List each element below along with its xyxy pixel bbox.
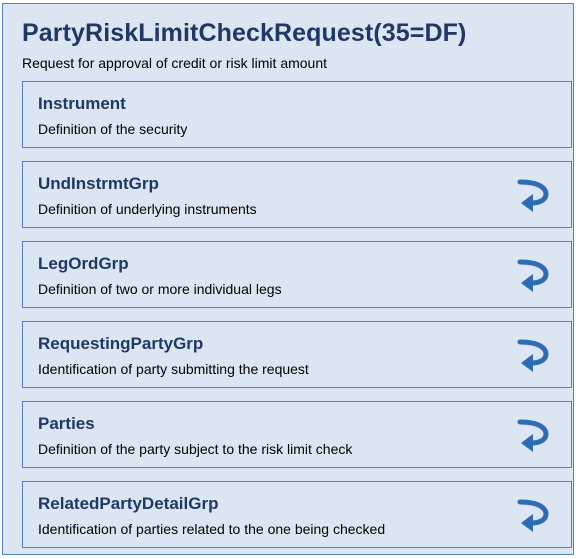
component-box-parties: Parties Definition of the party subject … [22, 401, 572, 468]
component-box-relatedpartydetailgrp: RelatedPartyDetailGrp Identification of … [22, 481, 572, 548]
component-name: UndInstrmtGrp [38, 174, 159, 193]
repeating-group-icon [517, 337, 551, 373]
component-description: Identification of party submitting the r… [38, 361, 309, 377]
component-description: Identification of parties related to the… [38, 521, 386, 537]
message-description: Request for approval of credit or risk l… [22, 55, 328, 71]
component-name: LegOrdGrp [38, 254, 129, 273]
component-name: RequestingPartyGrp [38, 334, 204, 353]
repeating-group-icon [517, 417, 551, 453]
component-description: Definition of two or more individual leg… [38, 281, 282, 297]
component-name: Parties [38, 414, 95, 433]
message-title: PartyRiskLimitCheckRequest(35=DF) [22, 19, 467, 47]
component-box-undinstrmtgrp: UndInstrmtGrp Definition of underlying i… [22, 161, 572, 228]
component-name: Instrument [38, 94, 126, 113]
component-name: RelatedPartyDetailGrp [38, 494, 219, 513]
repeating-group-icon [517, 257, 551, 293]
component-description: Definition of the security [38, 121, 188, 137]
component-box-requestingpartygrp: RequestingPartyGrp Identification of par… [22, 321, 572, 388]
component-description: Definition of underlying instruments [38, 201, 257, 217]
component-box-legordgrp: LegOrdGrp Definition of two or more indi… [22, 241, 572, 308]
message-panel: PartyRiskLimitCheckRequest(35=DF) Reques… [2, 3, 574, 555]
component-description: Definition of the party subject to the r… [38, 441, 353, 457]
component-box-instrument: Instrument Definition of the security [22, 81, 572, 148]
repeating-group-icon [517, 497, 551, 533]
repeating-group-icon [517, 177, 551, 213]
